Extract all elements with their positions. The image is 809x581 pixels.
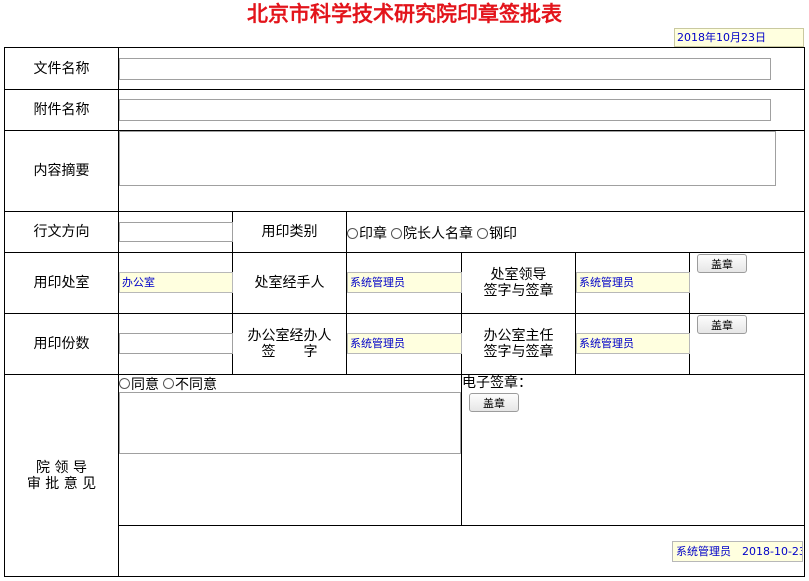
content-summary-label: 内容摘要 [33, 163, 90, 179]
seal-type-label: 用印类别 [261, 224, 318, 240]
office-leader-stamp-button[interactable]: 盖章 [697, 254, 747, 273]
seal-type-radio[interactable] [477, 227, 488, 239]
office-leader-label: 处室领导 签字与签章 [462, 253, 575, 313]
opinion-radio[interactable] [163, 378, 174, 389]
admin-director-label: 办公室主任 签字与签章 [462, 314, 575, 374]
grid-line [689, 252, 690, 375]
leader-opinion-textarea[interactable] [119, 392, 461, 454]
admin-handler-label-line: 办公室经办人 [247, 328, 332, 344]
form-title: 北京市科学技术研究院印章签批表 [247, 1, 562, 26]
opinion-option-label: 不同意 [175, 376, 217, 393]
file-name-input[interactable] [119, 58, 771, 80]
grid-line [4, 89, 805, 90]
seal-type-radio[interactable] [391, 227, 402, 239]
leader-approval-label-line: 审 批 意 见 [26, 475, 97, 492]
office-leader-label-line: 签字与签章 [483, 283, 554, 299]
office-handler-label: 处室经手人 [254, 275, 325, 291]
office-leader-label-line: 处室领导 [490, 267, 547, 283]
seal-office-label: 用印处室 [33, 275, 90, 291]
attachment-name-input[interactable] [119, 99, 771, 121]
office-handler-field[interactable]: 系统管理员 [347, 272, 462, 293]
admin-handler-label: 办公室经办人 签 字 [233, 314, 346, 374]
seal-count-input[interactable] [119, 333, 233, 354]
grid-line [575, 252, 576, 375]
grid-line [4, 252, 805, 253]
grid-line [4, 313, 805, 314]
opinion-option-label: 同意 [131, 376, 159, 393]
content-summary-textarea[interactable] [119, 131, 776, 186]
file-name-label: 文件名称 [33, 60, 90, 77]
esign-label: 电子签章： [462, 375, 532, 391]
grid-line [4, 47, 805, 48]
opinion-radio[interactable] [119, 378, 130, 389]
leader-approval-label-line: 院 领 导 [36, 459, 87, 476]
seal-type-radio[interactable] [347, 227, 358, 239]
seal-office-field[interactable]: 办公室 [119, 272, 233, 293]
seal-type-option-label: 院长人名章 [403, 226, 473, 242]
admin-handler-field[interactable]: 系统管理员 [347, 333, 462, 354]
grid-line [118, 47, 119, 577]
grid-line [4, 211, 805, 212]
seal-count-label: 用印份数 [33, 336, 90, 352]
leader-approval-label: 院 领 导 审 批 意 见 [5, 375, 118, 576]
admin-director-label-line: 办公室主任 [483, 328, 554, 344]
office-leader-field[interactable]: 系统管理员 [576, 272, 690, 293]
esign-stamp-button[interactable]: 盖章 [469, 393, 519, 412]
attachment-name-label: 附件名称 [33, 102, 90, 118]
seal-type-radio-group: 印章 院长人名章 钢印 [347, 224, 521, 242]
direction-label: 行文方向 [33, 224, 90, 240]
admin-director-stamp-button[interactable]: 盖章 [697, 315, 747, 334]
grid-line [4, 576, 805, 577]
grid-line [804, 47, 805, 577]
seal-type-option-label: 印章 [359, 226, 387, 242]
opinion-radio-group: 同意 不同意 [119, 375, 221, 393]
form-date: 2018年10月23日 [674, 28, 804, 47]
footer-signer: 系统管理员 2018-10-23 [672, 541, 803, 562]
admin-director-field[interactable]: 系统管理员 [576, 333, 690, 354]
seal-type-option-label: 钢印 [489, 226, 517, 242]
admin-handler-label-line: 签 字 [261, 344, 318, 360]
direction-input[interactable] [119, 222, 233, 242]
admin-director-label-line: 签字与签章 [483, 344, 554, 360]
